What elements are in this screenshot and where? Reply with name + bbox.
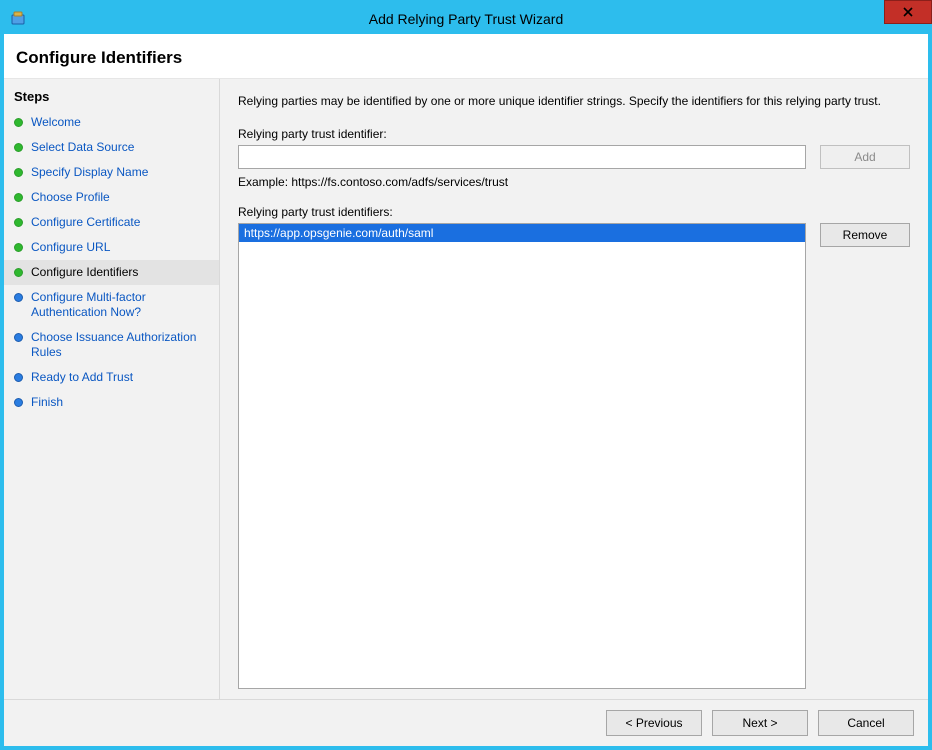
window-title: Add Relying Party Trust Wizard: [4, 11, 928, 27]
close-button[interactable]: [884, 0, 932, 24]
identifiers-listbox[interactable]: https://app.opsgenie.com/auth/saml: [238, 223, 806, 689]
example-text: Example: https://fs.contoso.com/adfs/ser…: [238, 175, 910, 189]
identifier-input[interactable]: [238, 145, 806, 169]
steps-heading: Steps: [4, 85, 219, 110]
step-status-icon: [14, 373, 23, 382]
step-status-icon: [14, 293, 23, 302]
identifier-input-label: Relying party trust identifier:: [238, 127, 910, 141]
cancel-button[interactable]: Cancel: [818, 710, 914, 736]
step-label: Configure URL: [31, 240, 209, 255]
wizard-window: Add Relying Party Trust Wizard Configure…: [0, 0, 932, 750]
step-label: Configure Identifiers: [31, 265, 209, 280]
identifier-list-item[interactable]: https://app.opsgenie.com/auth/saml: [239, 224, 805, 242]
step-status-icon: [14, 118, 23, 127]
step-label: Welcome: [31, 115, 209, 130]
step-status-icon: [14, 243, 23, 252]
step-9[interactable]: Ready to Add Trust: [4, 365, 219, 390]
step-2[interactable]: Specify Display Name: [4, 160, 219, 185]
step-6[interactable]: Configure Identifiers: [4, 260, 219, 285]
step-7[interactable]: Configure Multi-factor Authentication No…: [4, 285, 219, 325]
step-0[interactable]: Welcome: [4, 110, 219, 135]
step-status-icon: [14, 398, 23, 407]
step-label: Specify Display Name: [31, 165, 209, 180]
step-1[interactable]: Select Data Source: [4, 135, 219, 160]
wizard-footer: < Previous Next > Cancel: [4, 699, 928, 746]
wizard-body: Steps Welcome Select Data Source Specify D…: [4, 79, 928, 699]
steps-sidebar: Steps Welcome Select Data Source Specify D…: [4, 79, 220, 699]
previous-button[interactable]: < Previous: [606, 710, 702, 736]
step-status-icon: [14, 168, 23, 177]
step-label: Choose Profile: [31, 190, 209, 205]
step-status-icon: [14, 333, 23, 342]
description-text: Relying parties may be identified by one…: [238, 93, 910, 109]
step-8[interactable]: Choose Issuance Authorization Rules: [4, 325, 219, 365]
step-label: Choose Issuance Authorization Rules: [31, 330, 209, 360]
step-label: Configure Certificate: [31, 215, 209, 230]
main-panel: Relying parties may be identified by one…: [220, 79, 928, 699]
close-icon: [903, 4, 913, 20]
step-label: Configure Multi-factor Authentication No…: [31, 290, 209, 320]
step-label: Finish: [31, 395, 209, 410]
add-button[interactable]: Add: [820, 145, 910, 169]
titlebar: Add Relying Party Trust Wizard: [4, 4, 928, 34]
step-3[interactable]: Choose Profile: [4, 185, 219, 210]
identifiers-list-label: Relying party trust identifiers:: [238, 205, 910, 219]
step-status-icon: [14, 193, 23, 202]
remove-button[interactable]: Remove: [820, 223, 910, 247]
step-10[interactable]: Finish: [4, 390, 219, 415]
step-label: Ready to Add Trust: [31, 370, 209, 385]
step-status-icon: [14, 218, 23, 227]
next-button[interactable]: Next >: [712, 710, 808, 736]
step-5[interactable]: Configure URL: [4, 235, 219, 260]
step-status-icon: [14, 268, 23, 277]
step-status-icon: [14, 143, 23, 152]
step-label: Select Data Source: [31, 140, 209, 155]
step-4[interactable]: Configure Certificate: [4, 210, 219, 235]
page-title: Configure Identifiers: [4, 34, 928, 79]
